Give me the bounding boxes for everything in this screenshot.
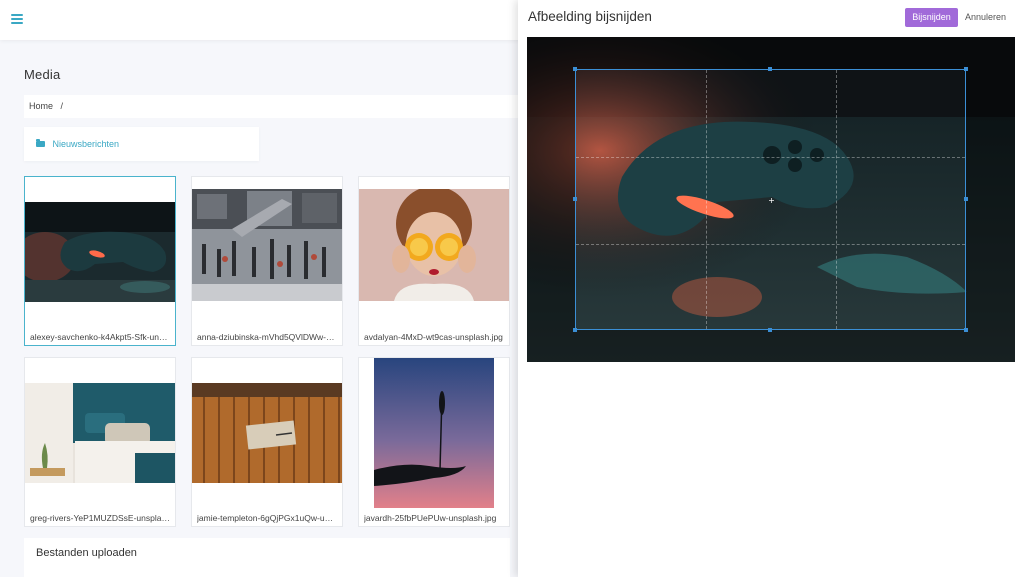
crop-handle-nw[interactable] [573, 67, 577, 71]
crop-handle-e[interactable] [964, 197, 968, 201]
crop-handle-sw[interactable] [573, 328, 577, 332]
media-filename: anna-dziubinska-mVhd5QVlDWw-unsplash.jpg [197, 332, 337, 342]
cancel-button[interactable]: Annuleren [965, 12, 1006, 22]
upload-panel: Bestanden uploaden [24, 538, 510, 577]
breadcrumb-separator: / [60, 101, 64, 111]
breadcrumb: Home / [24, 95, 518, 118]
crop-selection-box[interactable] [573, 67, 968, 332]
crop-handle-n[interactable] [768, 67, 772, 71]
media-thumbnail [192, 383, 342, 483]
media-filename: javardh-25fbPUePUw-unsplash.jpg [364, 513, 497, 523]
crop-gridline [576, 244, 965, 245]
media-card[interactable]: jamie-templeton-6gQjPGx1uQw-unsplash.jpg [191, 357, 343, 527]
hamburger-menu-icon[interactable] [11, 14, 23, 24]
media-filename: avdalyan-4MxD-wt9cas-unsplash.jpg [364, 332, 503, 342]
crop-image-stage[interactable] [527, 37, 1015, 362]
page-title: Media [24, 67, 61, 82]
folder-label: Nieuwsberichten [52, 139, 120, 149]
media-thumbnail [25, 202, 175, 302]
crop-handle-se[interactable] [964, 328, 968, 332]
crop-handle-w[interactable] [573, 197, 577, 201]
media-thumbnail [374, 358, 494, 508]
crop-gridline [706, 70, 707, 329]
media-thumbnail [359, 189, 509, 301]
folder-icon [36, 139, 45, 147]
crop-handle-ne[interactable] [964, 67, 968, 71]
crop-side-panel: Afbeelding bijsnijden Bijsnijden Annuler… [518, 0, 1024, 577]
crop-center-icon [769, 198, 774, 203]
media-filename: greg-rivers-YeP1MUZDSsE-unsplash.jpg [30, 513, 170, 523]
media-card[interactable]: greg-rivers-YeP1MUZDSsE-unsplash.jpg [24, 357, 176, 527]
media-card[interactable]: anna-dziubinska-mVhd5QVlDWw-unsplash.jpg [191, 176, 343, 346]
media-card[interactable]: alexey-savchenko-k4Akpt5-Sfk-unsplash.jp… [24, 176, 176, 346]
media-filename: jamie-templeton-6gQjPGx1uQw-unsplash.jpg [197, 513, 337, 523]
upload-title: Bestanden uploaden [36, 547, 137, 559]
crop-panel-title: Afbeelding bijsnijden [528, 9, 652, 24]
crop-gridline [576, 157, 965, 158]
media-card[interactable]: javardh-25fbPUePUw-unsplash.jpg [358, 357, 510, 527]
breadcrumb-home[interactable]: Home [29, 101, 53, 111]
folder-nieuwsberichten[interactable]: Nieuwsberichten [24, 127, 259, 161]
crop-handle-s[interactable] [768, 328, 772, 332]
crop-gridline [836, 70, 837, 329]
media-filename: alexey-savchenko-k4Akpt5-Sfk-unsplash.jp… [30, 332, 170, 342]
media-thumbnail [192, 189, 342, 301]
media-card[interactable]: avdalyan-4MxD-wt9cas-unsplash.jpg [358, 176, 510, 346]
media-thumbnail [25, 383, 175, 483]
crop-button[interactable]: Bijsnijden [905, 8, 958, 27]
